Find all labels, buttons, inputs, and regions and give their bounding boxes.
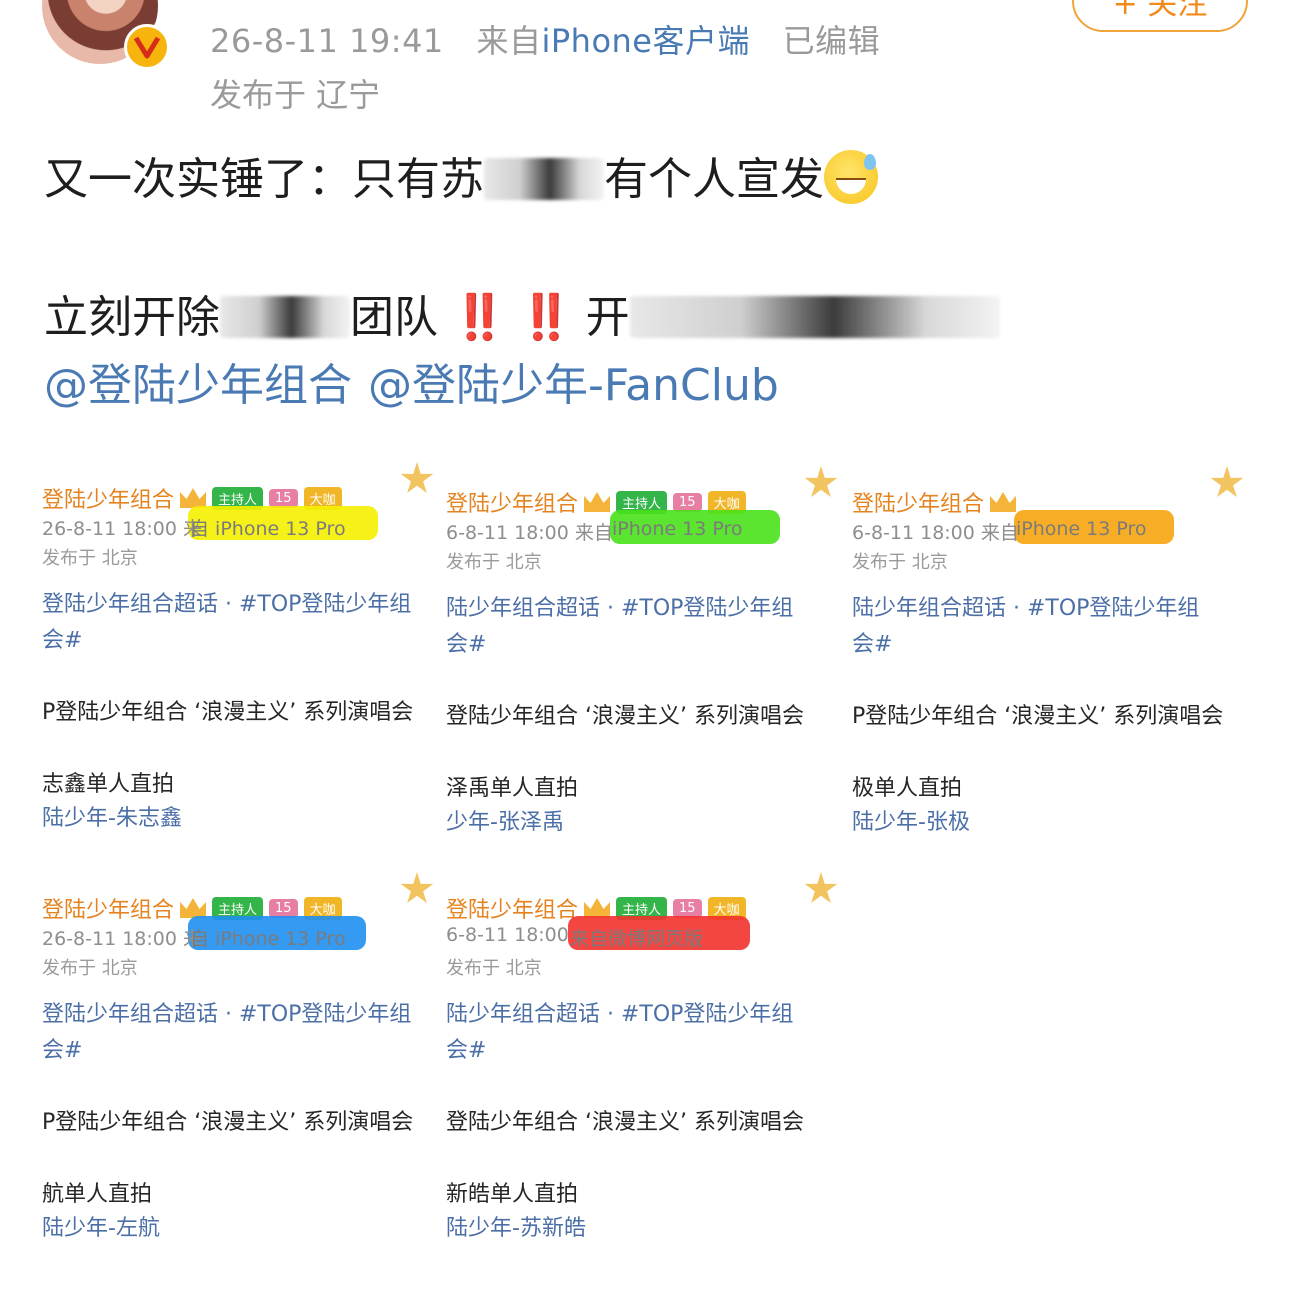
tile-member-link[interactable]: 陆少年-朱志鑫 <box>42 800 182 832</box>
post-timestamp: 26-8-11 19:41 <box>210 22 444 60</box>
post-location: 发布于 辽宁 <box>210 76 381 114</box>
tile-concert-text: P登陆少年组合 ‘浪漫主义’ 系列演唱会 <box>852 704 1224 729</box>
tile-account-name: 登陆少年组合 <box>852 492 985 517</box>
tile-account: 登陆少年组合 <box>852 486 1017 518</box>
post-text-segment: 又一次实锤了：只有苏 <box>44 154 484 205</box>
tile-solo-text: 泽禹单人直拍 <box>446 776 579 801</box>
tile-topic-cont[interactable]: 会# <box>446 626 486 658</box>
tile-member-link[interactable]: 少年-张泽禹 <box>446 804 564 836</box>
tile-member-link[interactable]: 陆少年-张极 <box>852 804 970 836</box>
post-mentions: @登陆少年组合 @登陆少年-FanClub <box>44 356 779 416</box>
tile-location: 发布于 北京 <box>42 548 138 569</box>
tile-account-name: 登陆少年组合 <box>446 898 579 923</box>
double-exclamation-icon: ‼️ <box>518 292 574 343</box>
tile-timestamp: 26-8-11 18:00 来 <box>42 518 202 540</box>
tile-topic[interactable]: 陆少年组合超话 · #TOP登陆少年组 <box>446 590 793 622</box>
tile-member-link[interactable]: 陆少年-苏新皓 <box>446 1210 586 1242</box>
tile-account-name: 登陆少年组合 <box>42 898 175 923</box>
post-text-segment: 开 <box>585 292 630 343</box>
tile-location: 发布于 北京 <box>446 552 542 573</box>
tile-concert-text: 登陆少年组合 ‘浪漫主义’ 系列演唱会 <box>446 704 804 729</box>
tile-topic[interactable]: 登陆少年组合超话 · #TOP登陆少年组 <box>42 586 411 618</box>
edited-label[interactable]: 已编辑 <box>783 22 881 60</box>
post-meta: 26-8-11 19:41 来自iPhone客户端 已编辑 <box>210 16 880 62</box>
redaction-blur <box>484 158 604 200</box>
post-source[interactable]: 来自iPhone客户端 <box>476 22 750 60</box>
tile-topic-cont[interactable]: 会# <box>42 622 82 654</box>
tile-concert-text: P登陆少年组合 ‘浪漫主义’ 系列演唱会 <box>42 1110 414 1135</box>
crown-icon <box>584 492 611 512</box>
screenshot-tile[interactable]: 登陆少年组合 6-8-11 18:00 来自 iPhone 13 Pro 发布于… <box>852 466 1248 866</box>
verified-badge-icon <box>124 24 170 70</box>
star-icon <box>804 872 838 903</box>
tile-concert-text: P登陆少年组合 ‘浪漫主义’ 系列演唱会 <box>42 700 414 725</box>
tile-timestamp: 6-8-11 18:00 来自 <box>852 522 1019 544</box>
user-badge-chip: 15 <box>269 488 298 508</box>
sweat-smile-emoji-icon <box>824 150 878 204</box>
tile-solo-text: 极单人直拍 <box>852 776 963 801</box>
post-text-segment: 有个人宣发 <box>604 154 824 205</box>
star-icon <box>400 872 434 903</box>
redaction-blur <box>629 296 1000 338</box>
star-icon <box>1210 466 1244 497</box>
screenshot-tile[interactable]: 登陆少年组合 主持人 15 大咖 6-8-11 18:00 来自 iPhone 13… <box>446 466 842 866</box>
tile-account-name: 登陆少年组合 <box>42 488 175 513</box>
tile-source: 自 iPhone 13 Pro <box>190 928 346 950</box>
tile-topic-cont[interactable]: 会# <box>852 626 892 658</box>
tile-topic-cont[interactable]: 会# <box>42 1032 82 1064</box>
tile-topic[interactable]: 陆少年组合超话 · #TOP登陆少年组 <box>852 590 1199 622</box>
post-text-segment: 立刻开除 <box>44 292 220 343</box>
tile-timestamp: 6-8-11 18:00 <box>446 924 569 946</box>
source-prefix: 来自 <box>476 22 542 60</box>
tile-source: 来自微博网页版 <box>570 928 704 950</box>
double-exclamation-icon: ‼️ <box>452 292 507 343</box>
tile-timestamp: 6-8-11 18:00 来自 <box>446 522 613 544</box>
tile-account-name: 登陆少年组合 <box>446 492 579 517</box>
screenshot-tile[interactable]: 登陆少年组合 主持人 15 大咖 6-8-11 18:00 来自微博网页版 发布于 … <box>446 872 842 1272</box>
tile-topic[interactable]: 登陆少年组合超话 · #TOP登陆少年组 <box>42 996 411 1028</box>
tile-timestamp: 26-8-11 18:00 来 <box>42 928 202 950</box>
mention-link[interactable]: @登陆少年-FanClub <box>368 360 779 411</box>
star-icon <box>804 466 838 497</box>
tile-location: 发布于 北京 <box>42 958 138 979</box>
tile-source: iPhone 13 Pro <box>1016 518 1147 540</box>
tile-source: 自 iPhone 13 Pro <box>190 518 346 540</box>
user-badge-chip: 15 <box>269 898 298 918</box>
post-text-segment: 团队 <box>350 292 438 343</box>
tile-solo-text: 新皓单人直拍 <box>446 1182 579 1207</box>
crown-icon <box>584 898 611 918</box>
tile-topic-cont[interactable]: 会# <box>446 1032 486 1064</box>
source-device: iPhone客户端 <box>541 22 750 60</box>
screenshot-tile[interactable]: 登陆少年组合 主持人 15 大咖 26-8-11 18:00 来 自 iPhone … <box>42 872 438 1272</box>
post-text-line-2: 立刻开除 团队 ‼️ ‼️ 开 <box>44 288 1000 348</box>
tile-member-link[interactable]: 陆少年-左航 <box>42 1210 160 1242</box>
screenshot-tile[interactable]: 登陆少年组合 主持人 15 大咖 26-8-11 18:00 来 自 iPhone … <box>42 462 438 862</box>
tile-location: 发布于 北京 <box>446 958 542 979</box>
crown-icon <box>180 898 207 918</box>
tile-location: 发布于 北京 <box>852 552 948 573</box>
mention-link[interactable]: @登陆少年组合 <box>44 360 352 411</box>
crown-icon <box>180 488 207 508</box>
user-badge-chip: 15 <box>673 898 702 918</box>
tile-source: iPhone 13 Pro <box>612 518 743 540</box>
crown-icon <box>990 492 1017 512</box>
tile-concert-text: 登陆少年组合 ‘浪漫主义’ 系列演唱会 <box>446 1110 804 1135</box>
post-text-line-1: 又一次实锤了：只有苏 有个人宣发 <box>44 150 878 210</box>
follow-button[interactable]: + 关注 <box>1072 0 1248 32</box>
tile-solo-text: 志鑫单人直拍 <box>42 772 175 797</box>
tile-topic[interactable]: 陆少年组合超话 · #TOP登陆少年组 <box>446 996 793 1028</box>
redaction-blur <box>220 296 350 338</box>
tile-solo-text: 航单人直拍 <box>42 1182 153 1207</box>
star-icon <box>400 462 434 493</box>
user-badge-chip: 15 <box>673 492 702 512</box>
